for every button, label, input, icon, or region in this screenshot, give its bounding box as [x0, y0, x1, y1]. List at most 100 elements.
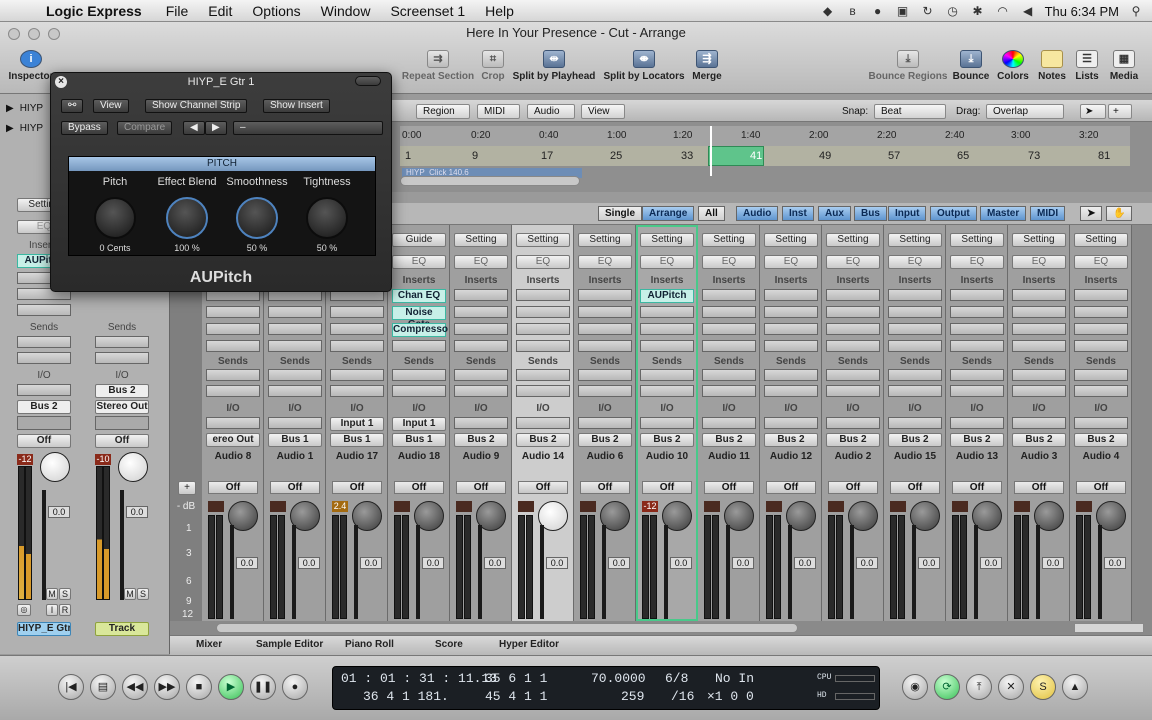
send-slot[interactable]	[950, 385, 1004, 397]
volume-icon[interactable]: ◀	[1020, 4, 1036, 18]
send-slot[interactable]	[950, 369, 1004, 381]
eq-display[interactable]: EQ	[950, 255, 1004, 269]
insert-slot[interactable]	[950, 323, 1004, 335]
send-slot[interactable]	[578, 385, 632, 397]
group-slot[interactable]	[17, 416, 71, 430]
link-button[interactable]: ◎	[17, 604, 31, 616]
send-slot[interactable]	[888, 385, 942, 397]
filter-aux-button[interactable]: Aux	[818, 206, 851, 221]
output-button[interactable]: ereo Out	[206, 433, 260, 447]
fast-forward-icon[interactable]: ▶▶	[154, 674, 180, 700]
fader-value[interactable]: 0.0	[732, 557, 754, 569]
setting-button[interactable]: Setting	[454, 233, 508, 247]
spotlight-icon[interactable]: ⚲	[1128, 4, 1144, 18]
windows-icon[interactable]: ▣	[895, 4, 911, 18]
bounce-button[interactable]: ⤓ Bounce	[952, 50, 990, 82]
eq-display[interactable]: EQ	[764, 255, 818, 269]
volume-fader[interactable]	[120, 490, 124, 600]
fader-value[interactable]: 0.0	[48, 506, 70, 518]
volume-fader[interactable]	[788, 525, 792, 619]
track-row-1[interactable]: ▶ HIYP	[6, 100, 52, 116]
record-icon[interactable]: ●	[870, 4, 886, 18]
eq-display[interactable]: EQ	[888, 255, 942, 269]
view-single-button[interactable]: Single	[598, 206, 643, 221]
send-slot[interactable]	[1074, 385, 1128, 397]
view-arrange-button[interactable]: Arrange	[642, 206, 695, 221]
input-slot[interactable]	[268, 417, 322, 429]
insert-slot[interactable]	[1074, 289, 1128, 301]
dropbox-icon[interactable]: ◆	[820, 4, 836, 18]
send-slot[interactable]	[764, 385, 818, 397]
send-slot[interactable]	[206, 369, 260, 381]
solo-icon[interactable]: S	[1030, 674, 1056, 700]
send-slot[interactable]	[702, 385, 756, 397]
automation-off-button[interactable]: Off	[766, 481, 816, 494]
stop-icon[interactable]: ■	[186, 674, 212, 700]
track-name[interactable]: Audio 11	[698, 451, 760, 462]
send-slot[interactable]	[578, 369, 632, 381]
fader-value[interactable]: 0.0	[1104, 557, 1126, 569]
output-button[interactable]: Bus 2	[888, 433, 942, 447]
send-slot[interactable]	[95, 352, 149, 364]
output-button[interactable]: Stereo Out	[95, 400, 149, 414]
automation-off-button[interactable]: Off	[704, 481, 754, 494]
insert-slot[interactable]	[826, 340, 880, 352]
insert-slot[interactable]	[764, 323, 818, 335]
insert-slot[interactable]	[950, 306, 1004, 318]
eq-display[interactable]: EQ	[826, 255, 880, 269]
notes-button[interactable]: Notes	[1036, 50, 1068, 82]
track-name[interactable]: Audio 3	[1008, 451, 1070, 462]
pitch-knob[interactable]	[94, 197, 136, 239]
input-slot[interactable]	[578, 417, 632, 429]
insert-slot[interactable]	[17, 304, 71, 316]
clock[interactable]: Thu 6:34 PM	[1045, 4, 1119, 19]
solo-button[interactable]: S	[137, 588, 149, 600]
volume-fader[interactable]	[726, 525, 730, 619]
track-name[interactable]: Audio 9	[450, 451, 512, 462]
fader-value[interactable]: 0.0	[608, 557, 630, 569]
fader-value[interactable]: 0.0	[794, 557, 816, 569]
input-slot[interactable]	[454, 417, 508, 429]
insert-slot[interactable]	[702, 306, 756, 318]
insert-slot[interactable]	[826, 323, 880, 335]
track-name[interactable]: Audio 18	[388, 451, 450, 462]
fader-value[interactable]: 0.0	[484, 557, 506, 569]
fader-value[interactable]: 0.0	[918, 557, 940, 569]
app-menu[interactable]: Logic Express	[40, 3, 156, 19]
eq-display[interactable]: EQ	[516, 255, 570, 269]
track-name[interactable]: Audio 10	[636, 451, 698, 462]
send-slot[interactable]	[454, 385, 508, 397]
time-ruler[interactable]: 0:00 0:20 0:40 1:00 1:20 1:40 2:00 2:20 …	[400, 126, 1130, 146]
input-slot[interactable]	[1074, 417, 1128, 429]
mixer-scrollbar[interactable]	[216, 623, 798, 633]
insert-slot[interactable]	[578, 340, 632, 352]
insert-slot[interactable]	[206, 340, 260, 352]
setting-button[interactable]: Guide	[392, 233, 446, 247]
send-slot[interactable]	[826, 385, 880, 397]
output-button[interactable]: Bus 1	[392, 433, 446, 447]
output-button[interactable]: Bus 2	[578, 433, 632, 447]
transport-display[interactable]: 01 : 01 : 31 : 11.13 36 4 1 181. 35 6 1 …	[332, 666, 880, 710]
pan-knob[interactable]	[40, 452, 70, 482]
mute-button[interactable]: M	[124, 588, 136, 600]
insert-slot[interactable]	[1012, 323, 1066, 335]
midi-menu[interactable]: MIDI	[477, 104, 521, 119]
insert-slot[interactable]	[206, 323, 260, 335]
send-slot[interactable]	[330, 385, 384, 397]
insert-slot[interactable]	[516, 323, 570, 335]
media-button[interactable]: ▦ Media	[1106, 50, 1142, 82]
send-slot[interactable]	[206, 385, 260, 397]
go-to-start-icon[interactable]: |◀	[58, 674, 84, 700]
insert-slot[interactable]: AUPitch	[640, 289, 694, 303]
volume-fader[interactable]	[478, 525, 482, 619]
play-icon[interactable]: ▶	[218, 674, 244, 700]
preset-menu[interactable]: –	[233, 121, 383, 135]
output-button[interactable]: Bus 2	[950, 433, 1004, 447]
automation-off-button[interactable]: Off	[518, 481, 568, 494]
smoothness-knob[interactable]	[236, 197, 278, 239]
fader-value[interactable]: 0.0	[236, 557, 258, 569]
insert-slot[interactable]	[640, 340, 694, 352]
output-button[interactable]: Bus 2	[1012, 433, 1066, 447]
volume-fader[interactable]	[354, 525, 358, 619]
send-slot[interactable]	[1012, 385, 1066, 397]
